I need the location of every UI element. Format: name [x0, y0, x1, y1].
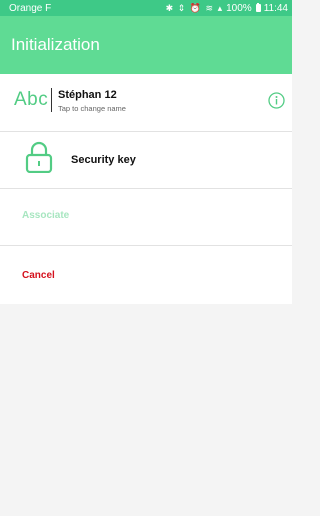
associate-label: Associate	[22, 210, 70, 221]
device-name-row[interactable]: Abc Stéphan 12 Tap to change name	[0, 74, 292, 131]
status-bar: Orange F ✱ ⇕ ⏰ ≋ ▴ 100% 11:44	[0, 0, 292, 16]
lock-icon	[25, 141, 53, 173]
wifi-icon: ≋	[205, 2, 215, 13]
abc-icon: Abc	[14, 88, 53, 112]
text-cursor-icon	[51, 88, 53, 112]
cancel-label: Cancel	[22, 270, 55, 281]
settings-list: Abc Stéphan 12 Tap to change name Securi…	[0, 74, 292, 304]
info-icon[interactable]	[268, 92, 285, 109]
battery-percent: 100%	[226, 2, 252, 14]
carrier-label: Orange F	[9, 2, 52, 14]
bluetooth-icon: ✱	[165, 2, 175, 13]
clock: 11:44	[263, 2, 288, 14]
alarm-icon: ⏰	[189, 2, 203, 13]
device-name-text: Stéphan 12 Tap to change name	[58, 89, 126, 113]
device-name-hint: Tap to change name	[58, 104, 126, 113]
device-name-label: Stéphan 12	[58, 89, 117, 101]
status-icons: ✱ ⇕ ⏰ ≋ ▴	[166, 3, 223, 14]
cancel-button[interactable]: Cancel	[0, 246, 292, 304]
app-bar: Initialization	[0, 16, 292, 74]
page-title: Initialization	[11, 35, 100, 54]
abc-icon-text: Abc	[14, 89, 49, 110]
associate-button[interactable]: Associate	[0, 189, 292, 245]
signal-icon: ▴	[217, 2, 224, 13]
battery-icon	[255, 3, 261, 12]
security-key-label: Security key	[71, 154, 136, 166]
status-indicators: ✱ ⇕ ⏰ ≋ ▴ 100% 11:44	[166, 3, 288, 14]
vibrate-icon: ⇕	[177, 2, 187, 13]
security-key-row[interactable]: Security key	[0, 132, 292, 188]
